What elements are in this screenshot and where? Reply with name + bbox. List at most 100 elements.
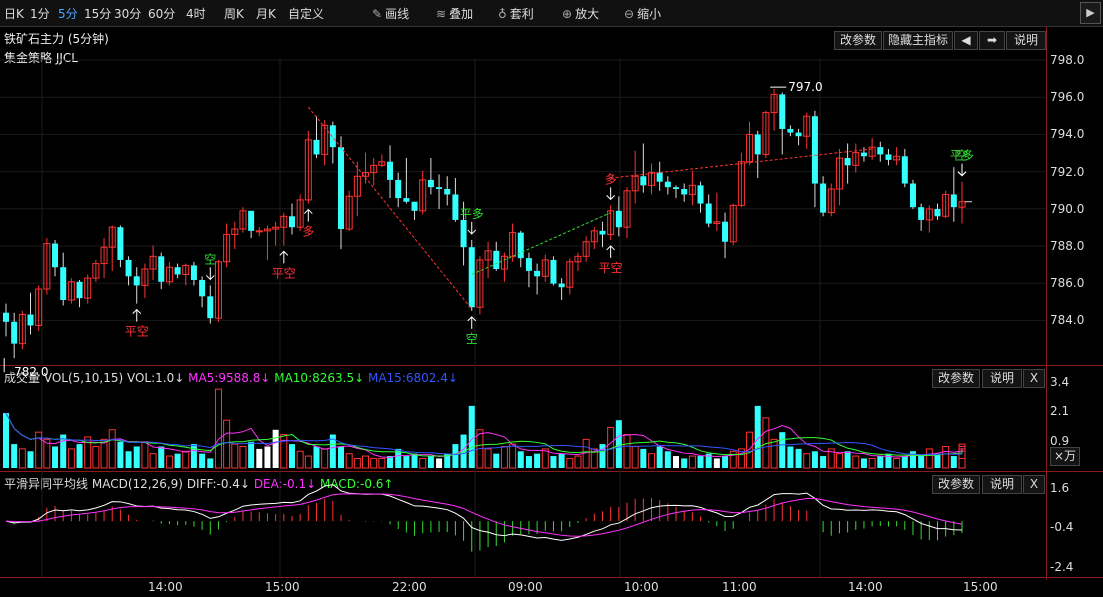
volume-bar	[427, 456, 434, 468]
candle-body	[11, 321, 18, 344]
volume-bar	[378, 457, 386, 469]
volume-bar	[207, 458, 214, 468]
candle-body	[550, 259, 557, 284]
volume-bar	[893, 457, 901, 469]
candle-body	[387, 161, 394, 180]
candle-body	[338, 147, 345, 230]
candle-body	[599, 230, 606, 235]
signal-arrow-up	[132, 308, 142, 322]
volume-bar	[958, 443, 966, 469]
volume-bar	[803, 453, 811, 469]
candle-body	[885, 154, 892, 160]
signal-label: 空	[204, 252, 216, 266]
candle-body	[255, 230, 263, 233]
signal-label: 平空	[599, 261, 623, 275]
candle-body	[640, 176, 647, 186]
candle-body	[468, 247, 475, 308]
volume-bar	[60, 434, 67, 468]
volume-bar	[288, 444, 295, 468]
candle-body	[313, 139, 320, 155]
volume-bar	[76, 444, 83, 468]
candle-body	[444, 188, 451, 195]
candle-body	[525, 258, 532, 271]
candle-body	[820, 183, 827, 213]
volume-bar	[934, 453, 941, 468]
candle-body	[125, 259, 132, 277]
volume-bar	[18, 448, 26, 469]
candle-body	[460, 219, 467, 248]
candle-body	[754, 134, 761, 155]
volume-bar	[436, 458, 443, 468]
candle-body	[248, 210, 255, 231]
volume-bar	[256, 448, 263, 468]
candle-body	[558, 283, 565, 288]
candle-body	[60, 267, 67, 300]
candle-body	[174, 267, 181, 275]
candle-body	[52, 243, 59, 268]
volume-bar	[623, 434, 631, 469]
volume-bar	[321, 448, 329, 469]
volume-bar	[688, 455, 696, 469]
volume-bar	[697, 456, 704, 468]
volume-bar	[722, 456, 729, 468]
volume-bar	[958, 457, 966, 469]
volume-bar	[811, 451, 818, 468]
volume-bar	[844, 451, 851, 468]
volume-bar	[67, 448, 75, 469]
volume-bar	[165, 455, 173, 469]
signal-label: 多	[605, 172, 617, 186]
candle-body	[436, 187, 443, 189]
signal-arrow-down	[957, 163, 967, 177]
volume-bar	[631, 446, 639, 469]
volume-bar	[860, 458, 867, 468]
volume-bar	[877, 456, 884, 468]
volume-bar	[509, 443, 517, 469]
volume-bar	[199, 453, 206, 468]
volume-bar	[403, 456, 410, 468]
volume-bar	[835, 453, 843, 469]
candle-body	[877, 147, 884, 155]
candle-body	[918, 207, 925, 220]
volume-bar	[517, 451, 524, 468]
candle-body	[117, 227, 124, 260]
candle-body	[493, 250, 500, 270]
volume-bar	[558, 453, 565, 468]
volume-bar	[231, 443, 239, 469]
candle-body	[615, 210, 622, 228]
volume-bar	[125, 451, 132, 468]
volume-bar	[52, 446, 59, 468]
signal-label: 空	[466, 332, 478, 346]
signal-arrow-up	[303, 208, 313, 222]
candle-body	[427, 179, 434, 188]
volume-bar	[795, 448, 802, 468]
volume-bar	[942, 446, 950, 469]
volume-bar	[681, 458, 688, 468]
candle-body	[811, 116, 818, 184]
volume-bar	[345, 453, 353, 469]
candle-body	[779, 94, 786, 129]
volume-bar	[820, 456, 827, 468]
candle-body	[534, 270, 541, 277]
candle-body	[844, 158, 851, 166]
volume-ma-line	[5, 412, 963, 457]
candle-body	[517, 232, 524, 259]
volume-bar	[280, 434, 288, 469]
candle-body	[697, 185, 704, 204]
signal-label: 平空	[272, 266, 296, 280]
volume-bar	[787, 446, 794, 468]
candle-body	[158, 256, 165, 282]
volume-bar	[493, 453, 500, 468]
candle-body	[909, 183, 916, 208]
volume-bar	[370, 457, 378, 469]
volume-bar	[223, 419, 231, 469]
candle-body	[207, 296, 214, 319]
volume-bar	[338, 446, 345, 468]
chart-canvas[interactable]: 797.0782.0平空空平空多平多空多平空平多空	[0, 0, 1103, 597]
volume-bar	[117, 441, 124, 468]
volume-bar	[264, 446, 271, 468]
signal-label: 空	[956, 149, 968, 163]
volume-bar	[149, 453, 157, 469]
volume-bar	[411, 453, 418, 468]
volume-bar	[272, 429, 279, 468]
volume-bar	[615, 420, 622, 468]
